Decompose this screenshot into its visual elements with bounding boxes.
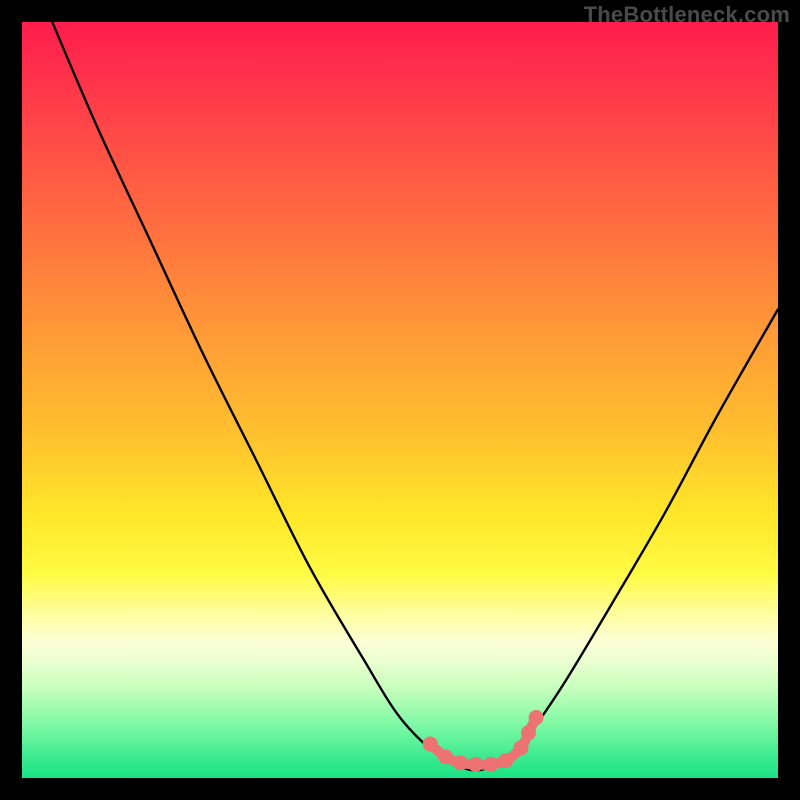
chart-frame: TheBottleneck.com (0, 0, 800, 800)
highlight-dot (483, 757, 498, 772)
highlight-dot (513, 740, 528, 755)
gradient-plot-area (22, 22, 778, 778)
highlight-dot (438, 749, 453, 764)
highlight-dot (423, 736, 438, 751)
bottleneck-curve-path (52, 22, 778, 770)
highlight-dot (498, 753, 513, 768)
highlight-dot (453, 755, 468, 770)
bottleneck-curve-svg (22, 22, 778, 778)
highlight-dot (521, 725, 536, 740)
highlight-dot (529, 710, 544, 725)
highlight-dot (468, 757, 483, 772)
